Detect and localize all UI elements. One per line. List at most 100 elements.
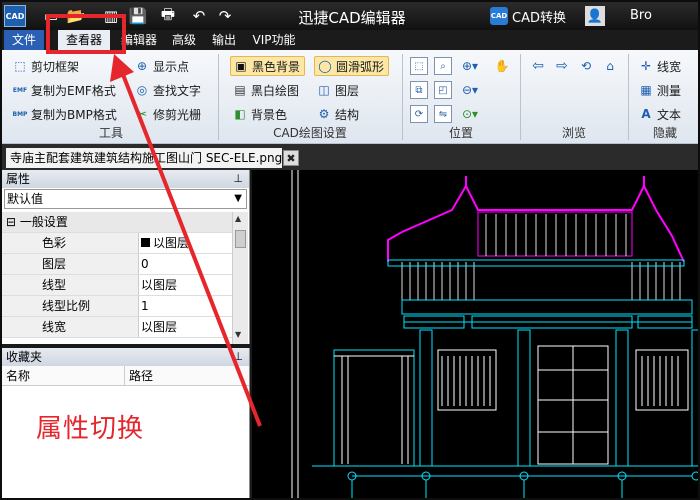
property-value[interactable]: 0 — [139, 254, 232, 274]
trim-raster-button[interactable]: ✂ 修剪光栅 — [134, 104, 201, 124]
document-tab[interactable]: 寺庙主配套建筑建筑结构施工图山门 SEC-ELE.png — [6, 148, 282, 168]
browse-home-button[interactable]: ⌂ — [602, 56, 618, 76]
zoom-preset-button[interactable]: ⊙▾ — [462, 104, 478, 124]
copy-emf-button[interactable]: EMF 复制为EMF格式 — [12, 80, 116, 100]
property-row[interactable]: 图层 0 — [2, 254, 232, 275]
text-toggle-button[interactable]: A 文本 — [638, 104, 681, 124]
group-label-hide: 隐藏 — [652, 126, 677, 140]
cad-convert-button[interactable]: CAD CAD转换 — [490, 6, 566, 26]
scroll-down-icon[interactable]: ▼ — [235, 330, 241, 339]
tab-output[interactable]: 输出 — [208, 30, 240, 50]
fit-window-button[interactable]: ⧉ — [410, 80, 428, 100]
text-icon: A — [641, 107, 651, 121]
smooth-arc-icon: ◯ — [318, 59, 332, 73]
cut-frame-icon: ⬚ — [14, 59, 26, 73]
group-label-position: 位置 — [448, 126, 473, 140]
black-white-button[interactable]: ▤ 黑白绘图 — [232, 80, 299, 100]
property-value[interactable]: 以图层 — [139, 317, 232, 337]
ribbon: ⬚ 剪切框架 EMF 复制为EMF格式 BMP 复制为BMP格式 ⊕ 显示点 ◎… — [2, 50, 698, 144]
find-text-button[interactable]: ◎ 查找文字 — [134, 80, 201, 100]
background-color-button[interactable]: ◧ 背景色 — [232, 104, 287, 124]
group-separator — [218, 54, 219, 140]
tab-advanced[interactable]: 高级 — [168, 30, 200, 50]
structure-button[interactable]: ⚙ 结构 — [316, 104, 359, 124]
property-row[interactable]: 线型 以图层 — [2, 275, 232, 296]
pan-hand-button[interactable]: ✋ — [494, 56, 510, 76]
browse-refresh-button[interactable]: ⟲ — [578, 56, 594, 76]
bracket-beam — [401, 299, 693, 315]
column-header-path[interactable]: 路径 — [124, 366, 244, 385]
copy-emf-label: 复制为EMF格式 — [31, 83, 116, 98]
tab-file[interactable]: 文件 — [4, 30, 44, 50]
property-value[interactable]: 以图层 — [139, 233, 232, 253]
emf-icon: EMF — [12, 86, 28, 94]
zoom-window-icon: ⬚ — [410, 57, 428, 75]
measure-label: 测量 — [657, 83, 682, 98]
group-label-browse: 浏览 — [561, 126, 586, 140]
pin-icon[interactable]: ⊥ — [233, 170, 243, 188]
collapse-icon[interactable]: ⊟ — [6, 215, 16, 229]
zoom-in-button[interactable]: ⊕▾ — [462, 56, 478, 76]
rotate-button[interactable]: ⟳ — [410, 104, 428, 124]
dimension-marks — [347, 471, 698, 498]
fit-page-button[interactable]: ◰ — [434, 80, 452, 100]
black-white-icon: ▤ — [234, 83, 246, 97]
structure-icon: ⚙ — [318, 107, 330, 121]
copy-bmp-label: 复制为BMP格式 — [31, 107, 117, 122]
properties-header: 属性 ⊥ — [2, 170, 249, 188]
properties-scrollbar[interactable]: ▲ ▼ — [232, 212, 248, 344]
cut-frame-label: 剪切框架 — [31, 59, 80, 74]
zoom-out-icon: ⊖▾ — [461, 83, 479, 97]
chevron-down-icon: ▼ — [234, 193, 242, 204]
copy-bmp-button[interactable]: BMP 复制为BMP格式 — [12, 104, 117, 124]
arrow-left-icon: ⇦ — [532, 58, 544, 74]
drawing-canvas[interactable] — [252, 170, 698, 498]
scrollbar-thumb[interactable] — [235, 230, 246, 248]
zoom-window-button[interactable]: ⬚ — [410, 56, 428, 76]
measure-button[interactable]: ▦ 测量 — [638, 80, 681, 100]
find-text-label: 查找文字 — [153, 83, 202, 98]
pan-hand-icon: ✋ — [494, 59, 510, 73]
show-points-button[interactable]: ⊕ 显示点 — [134, 56, 189, 76]
property-row[interactable]: 色彩 以图层 — [2, 233, 232, 254]
pin-icon[interactable]: ⊥ — [233, 348, 243, 366]
show-points-icon: ⊕ — [136, 59, 148, 73]
browse-forward-button[interactable]: ⇨ — [554, 56, 570, 76]
browse-back-button[interactable]: ⇦ — [530, 56, 546, 76]
layers-button[interactable]: ◫ 图层 — [316, 80, 359, 100]
roof-ridge — [465, 176, 645, 186]
black-background-icon: ▣ — [235, 59, 247, 73]
gate-windows — [437, 345, 689, 465]
smooth-arc-label: 圆滑弧形 — [336, 59, 385, 74]
fit-page-icon: ◰ — [434, 81, 452, 99]
mirror-button[interactable]: ⇋ — [434, 104, 452, 124]
side-wall — [334, 355, 414, 464]
properties-selector[interactable]: 默认值 ▼ — [4, 189, 247, 209]
zoom-out-button[interactable]: ⊖▾ — [462, 80, 478, 100]
group-separator — [402, 54, 403, 140]
dougong-brackets — [403, 315, 693, 329]
property-value[interactable]: 以图层 — [139, 275, 232, 295]
find-text-icon: ◎ — [136, 83, 148, 97]
tab-vip[interactable]: VIP功能 — [250, 30, 298, 50]
text-toggle-label: 文本 — [657, 107, 682, 122]
user-icon[interactable]: 👤 — [585, 6, 605, 26]
smooth-arc-button[interactable]: ◯ 圆滑弧形 — [314, 56, 390, 76]
scroll-up-icon[interactable]: ▲ — [235, 214, 241, 223]
fit-window-icon: ⧉ — [410, 81, 428, 99]
column-header-name[interactable]: 名称 — [2, 366, 124, 385]
zoom-extents-button[interactable]: ⌕ — [434, 56, 452, 76]
properties-title: 属性 — [6, 172, 31, 186]
line-width-button[interactable]: ✛ 线宽 — [638, 56, 681, 76]
property-key: 线宽 — [2, 317, 139, 337]
user-name[interactable]: Bro — [630, 8, 652, 23]
close-tab-icon[interactable]: ✖ — [283, 150, 299, 166]
property-category[interactable]: ⊟ 一般设置 — [2, 212, 232, 233]
property-row[interactable]: 线宽 以图层 — [2, 317, 232, 338]
black-background-label: 黑色背景 — [252, 59, 301, 74]
black-background-button[interactable]: ▣ 黑色背景 — [230, 56, 306, 76]
property-value[interactable]: 1 — [139, 296, 232, 316]
property-row[interactable]: 线型比例 1 — [2, 296, 232, 317]
cut-frame-button[interactable]: ⬚ 剪切框架 — [12, 56, 79, 76]
black-white-label: 黑白绘图 — [251, 83, 300, 98]
